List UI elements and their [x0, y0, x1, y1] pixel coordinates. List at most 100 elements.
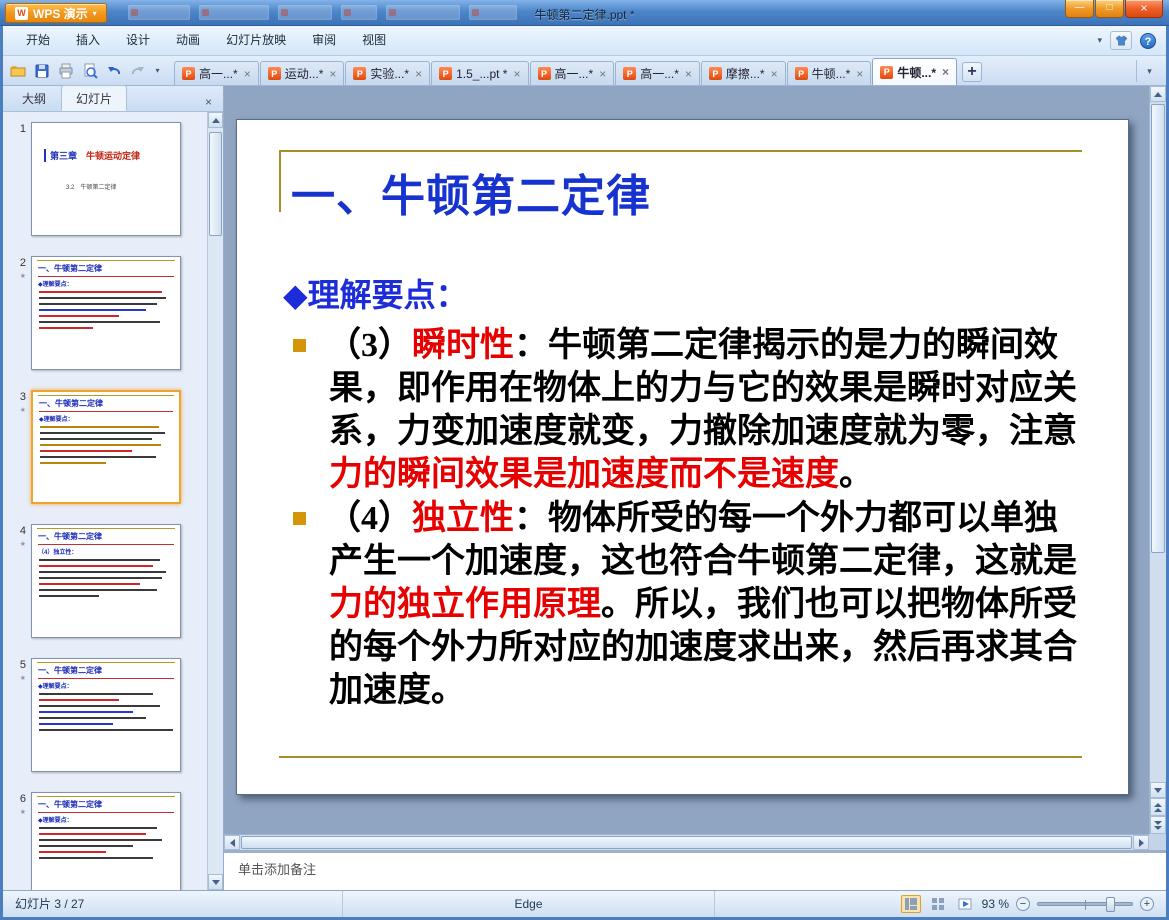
menu-review[interactable]: 审阅	[299, 26, 349, 55]
slide-thumbnail-4[interactable]: 4 ★ 一、牛顿第二定律 （4）独立性：	[5, 524, 205, 638]
document-tab[interactable]: P 高一...* ×	[615, 61, 700, 85]
menu-start[interactable]: 开始	[13, 26, 63, 55]
thumbnail-canvas[interactable]: 一、牛顿第二定律 ◆理解要点：	[31, 256, 181, 370]
document-tab[interactable]: P 摩擦...* ×	[700, 61, 786, 85]
thumb-line	[39, 559, 160, 561]
document-tab[interactable]: P 实验...* ×	[345, 61, 431, 85]
thumb-line	[39, 327, 93, 329]
slideshow-button[interactable]	[955, 895, 975, 913]
vertical-scrollbar-thumb[interactable]	[1151, 104, 1165, 553]
collapse-ribbon-icon[interactable]: ▾	[1097, 35, 1102, 46]
thumb-line	[39, 851, 106, 853]
notes-placeholder: 单击添加备注	[238, 862, 317, 877]
vertical-scrollbar[interactable]	[1149, 86, 1166, 834]
thumb-line	[39, 577, 163, 579]
thumb-line	[39, 303, 157, 305]
presentation-file-icon: P	[353, 67, 367, 80]
slide-canvas[interactable]: 一、牛顿第二定律 ◆理解要点： （3）瞬时性：牛顿第二定律揭示的是力的瞬间效果，…	[236, 119, 1129, 795]
normal-view-button[interactable]	[900, 895, 921, 913]
tab-outline[interactable]: 大纲	[7, 85, 61, 111]
help-icon[interactable]: ?	[1140, 32, 1156, 49]
horizontal-scrollbar-thumb[interactable]	[241, 836, 1132, 849]
scroll-down-button[interactable]	[1150, 782, 1166, 798]
close-tab-icon[interactable]: ×	[685, 68, 692, 80]
undo-history-dropdown-icon[interactable]: ▾	[151, 66, 164, 75]
zoom-in-button[interactable]: +	[1140, 897, 1154, 911]
thumb-line	[39, 595, 100, 597]
slide-thumbnail-3[interactable]: 3 ★ 一、牛顿第二定律 ◆理解要点：	[5, 390, 205, 504]
thumb-lead: ◆理解要点：	[38, 818, 73, 824]
notes-pane[interactable]: 单击添加备注	[224, 850, 1166, 890]
slide-thumbnail-1[interactable]: 1 第三章 牛顿运动定律 3.2 牛顿第二定律	[5, 122, 205, 236]
horizontal-scrollbar[interactable]	[224, 834, 1149, 850]
save-button[interactable]	[31, 60, 53, 82]
document-tab[interactable]: P 高一...* ×	[529, 61, 615, 85]
menu-animation[interactable]: 动画	[163, 26, 213, 55]
slide-title[interactable]: 一、牛顿第二定律	[291, 160, 651, 224]
tab-slides[interactable]: 幻灯片	[61, 85, 128, 111]
document-tab[interactable]: P 牛顿...* ×	[786, 61, 872, 85]
slide-body-textbox[interactable]: （3）瞬时性：牛顿第二定律揭示的是力的瞬间效果，即作用在物体上的力与它的效果是瞬…	[293, 324, 1087, 713]
wps-presentation-window: W WPS 演示 ▾ 牛顿第二定律.ppt * — □ × 开始 插入 设计 动…	[0, 0, 1169, 920]
close-tab-icon[interactable]: ×	[244, 68, 251, 80]
sidebar-scrollbar[interactable]	[207, 112, 223, 890]
close-tab-icon[interactable]: ×	[942, 66, 949, 78]
close-tab-icon[interactable]: ×	[599, 68, 606, 80]
undo-button[interactable]	[103, 60, 125, 82]
slide-heading[interactable]: ◆理解要点：	[283, 270, 468, 316]
maximize-button[interactable]: □	[1095, 0, 1124, 18]
folder-open-icon	[10, 65, 26, 76]
print-button[interactable]	[55, 60, 77, 82]
previous-slide-button[interactable]	[1150, 798, 1166, 816]
slide-thumbnail-5[interactable]: 5 ★ 一、牛顿第二定律 ◆理解要点：	[5, 658, 205, 772]
document-tab-active[interactable]: P 牛顿...* ×	[872, 58, 958, 85]
sidebar-scroll-up-button[interactable]	[208, 112, 223, 128]
thumbnail-canvas[interactable]: 一、牛顿第二定律 ◆理解要点：	[31, 792, 181, 890]
document-tab[interactable]: P 高一...* ×	[174, 61, 259, 85]
redo-button[interactable]	[127, 60, 149, 82]
menu-view[interactable]: 视图	[349, 26, 399, 55]
menu-design[interactable]: 设计	[113, 26, 163, 55]
close-tab-icon[interactable]: ×	[771, 68, 778, 80]
document-tab[interactable]: P 1.5_...pt * ×	[431, 61, 529, 85]
scroll-right-button[interactable]	[1133, 835, 1149, 850]
presentation-file-icon: P	[537, 67, 551, 80]
thumb-text-lines	[39, 291, 173, 329]
sidebar-scrollbar-thumb[interactable]	[209, 132, 222, 236]
zoom-out-button[interactable]: −	[1016, 897, 1030, 911]
close-tab-icon[interactable]: ×	[415, 68, 422, 80]
thumbnail-canvas-selected[interactable]: 一、牛顿第二定律 ◆理解要点：	[31, 390, 181, 504]
thumb-title: 一、牛顿第二定律	[38, 263, 174, 277]
thumb-line	[40, 438, 153, 440]
close-pane-icon[interactable]: ×	[198, 93, 219, 111]
next-slide-button[interactable]	[1150, 816, 1166, 834]
slide-sorter-button[interactable]	[928, 895, 948, 913]
slide-thumbnail-2[interactable]: 2 ★ 一、牛顿第二定律 ◆理解要点：	[5, 256, 205, 370]
new-tab-button[interactable]: +	[962, 62, 983, 82]
close-window-button[interactable]: ×	[1125, 0, 1163, 18]
presentation-file-icon: P	[182, 67, 195, 80]
skin-switch-button[interactable]	[1110, 31, 1132, 50]
thumbnail-canvas[interactable]: 一、牛顿第二定律 ◆理解要点：	[31, 658, 181, 772]
thumbnail-canvas[interactable]: 第三章 牛顿运动定律 3.2 牛顿第二定律	[31, 122, 181, 236]
document-tab[interactable]: P 运动...* ×	[259, 61, 345, 85]
zoom-slider[interactable]	[1037, 897, 1133, 912]
thumbnail-canvas[interactable]: 一、牛顿第二定律 （4）独立性：	[31, 524, 181, 638]
close-tab-icon[interactable]: ×	[329, 68, 336, 80]
open-button[interactable]	[7, 60, 29, 82]
sidebar-scroll-down-button[interactable]	[208, 874, 223, 890]
minimize-button[interactable]: —	[1065, 0, 1094, 18]
thumb-title: 一、牛顿第二定律	[38, 665, 174, 679]
scroll-left-button[interactable]	[224, 835, 240, 850]
print-preview-button[interactable]	[79, 60, 101, 82]
close-tab-icon[interactable]: ×	[513, 68, 520, 80]
zoom-slider-thumb[interactable]	[1106, 897, 1115, 912]
menu-slideshow[interactable]: 幻灯片放映	[213, 26, 299, 55]
status-bar: 幻灯片 3 / 27 Edge 93 % − +	[3, 890, 1166, 917]
slide-thumbnail-6[interactable]: 6 ★ 一、牛顿第二定律 ◆理解要点：	[5, 792, 205, 890]
tab-list-dropdown-button[interactable]: ▾	[1136, 60, 1162, 82]
scroll-up-button[interactable]	[1150, 86, 1166, 102]
scrollbar-corner	[1149, 834, 1166, 850]
menu-insert[interactable]: 插入	[63, 26, 113, 55]
close-tab-icon[interactable]: ×	[856, 68, 863, 80]
